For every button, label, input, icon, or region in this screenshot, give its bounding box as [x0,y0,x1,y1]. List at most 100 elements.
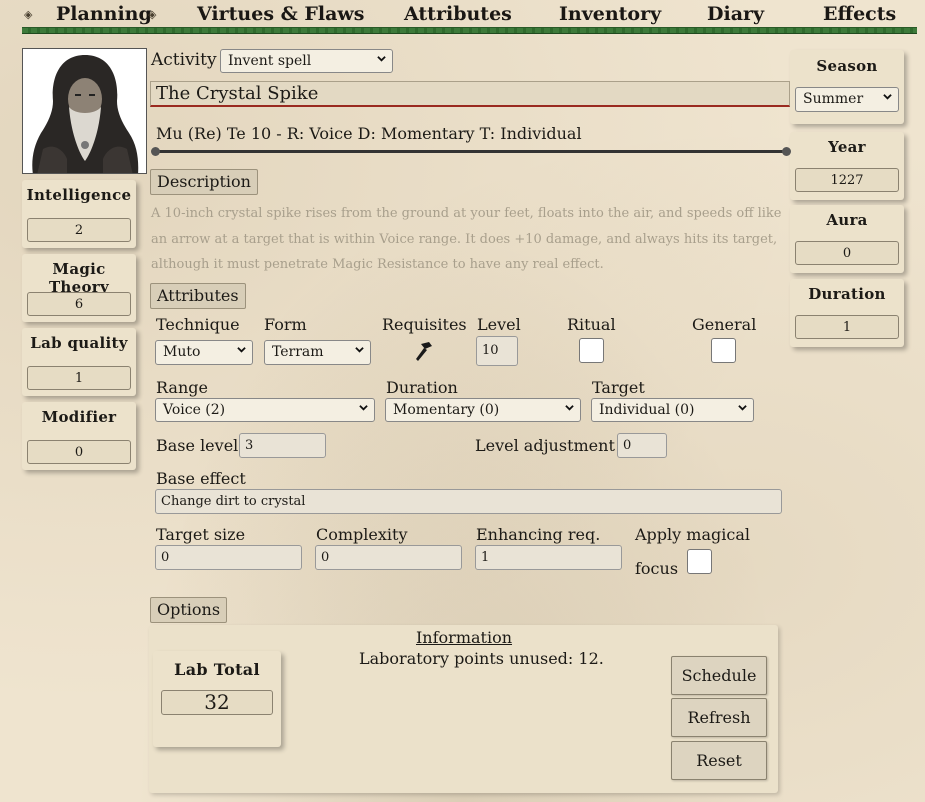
level-adjustment-label: Level adjustment [475,436,615,455]
aura-card: Aura 0 [790,205,904,273]
complexity-field[interactable]: 0 [315,545,462,570]
technique-value: Muto [163,344,201,360]
stat-title: Intelligence [26,186,132,204]
aura-title: Aura [826,211,868,229]
options-button[interactable]: Options [150,597,228,623]
duration-value: 1 [795,315,899,339]
base-level-field[interactable]: 3 [239,433,326,458]
duration-select[interactable]: Momentary (0) [385,398,581,422]
stat-value: 2 [27,218,131,242]
year-title: Year [828,138,866,156]
chevron-down-icon [883,94,892,100]
stat-card-intelligence: Intelligence 2 [22,180,136,248]
general-checkbox[interactable] [711,338,736,363]
nav-arrow-icon: ◈ [24,8,33,21]
level-field[interactable]: 10 [476,336,518,366]
stat-card-modifier: Modifier 0 [22,402,136,470]
nav-inventory[interactable]: Inventory [559,3,661,25]
season-title: Season [816,57,878,75]
general-label: General [692,315,757,334]
hammer-icon[interactable] [413,340,437,362]
information-title: Information [415,628,513,647]
stat-card-magic-theory: Magic Theory 6 [22,254,136,322]
lab-total-value: 32 [161,690,273,715]
nav-diary[interactable]: Diary [707,3,764,25]
form-value: Terram [272,344,324,360]
duration-title: Duration [808,285,886,303]
slider-handle-right[interactable] [782,147,791,156]
technique-select[interactable]: Muto [155,340,253,365]
ritual-label: Ritual [567,315,616,334]
season-card: Season Summer [790,50,904,124]
chevron-down-icon [565,405,574,411]
duration-label: Duration [386,378,458,397]
range-select[interactable]: Voice (2) [155,398,375,422]
nav-virtues-flaws[interactable]: Virtues & Flaws [197,3,364,25]
activity-label: Activity [151,50,217,70]
stat-title: Modifier [41,408,117,426]
chevron-down-icon [355,347,364,353]
slider-handle-left[interactable] [151,147,160,156]
apply-focus-checkbox[interactable] [687,549,712,574]
technique-label: Technique [156,315,240,334]
chevron-down-icon [377,56,386,62]
description-text: A 10-inch crystal spike rises from the g… [151,206,782,272]
nav-arrow-icon: ◈ [148,8,157,21]
attributes-button[interactable]: Attributes [150,283,246,309]
stat-value: 6 [27,292,131,316]
level-label: Level [477,315,521,334]
stat-card-lab-quality: Lab quality 1 [22,328,136,396]
schedule-button[interactable]: Schedule [671,656,767,695]
lab-total-card: Lab Total 32 [153,651,281,747]
chevron-down-icon [359,405,368,411]
form-select[interactable]: Terram [264,340,371,365]
nav-planning[interactable]: Planning [56,3,152,25]
season-value: Summer [803,91,864,107]
aura-value[interactable]: 0 [795,241,899,265]
range-label: Range [156,378,208,397]
form-label: Form [264,315,307,334]
refresh-button[interactable]: Refresh [671,698,767,737]
nav-divider [22,27,917,34]
target-label: Target [592,378,645,397]
top-nav: ◈ Planning ◈ Virtues & Flaws Attributes … [0,0,925,34]
ritual-checkbox[interactable] [579,338,604,363]
year-card: Year 1227 [790,132,904,200]
stat-title: Magic Theory [48,260,110,296]
range-value: Voice (2) [163,402,226,418]
chevron-down-icon [738,405,747,411]
target-value: Individual (0) [599,402,695,418]
season-select[interactable]: Summer [795,87,899,112]
target-size-label: Target size [156,525,246,544]
chevron-down-icon [237,347,246,353]
base-effect-field[interactable]: Change dirt to crystal [155,489,782,514]
year-value[interactable]: 1227 [795,168,899,192]
duration-select-value: Momentary (0) [393,402,500,418]
stat-title: Lab quality [30,334,128,352]
complexity-label: Complexity [316,525,408,544]
target-select[interactable]: Individual (0) [591,398,754,422]
description-button[interactable]: Description [150,169,258,195]
requisites-label: Requisites [382,315,467,334]
target-size-field[interactable]: 0 [155,545,302,570]
nav-effects[interactable]: Effects [823,3,896,25]
lab-total-title: Lab Total [174,660,260,679]
level-adjustment-field[interactable]: 0 [617,433,667,458]
duration-card: Duration 1 [790,279,904,347]
spell-name-input[interactable]: The Crystal Spike [150,81,790,107]
activity-value: Invent spell [228,53,312,69]
enhancing-req-field[interactable]: 1 [475,545,622,570]
nav-attributes[interactable]: Attributes [404,3,512,25]
stat-value: 1 [27,366,131,390]
stat-value: 0 [27,440,131,464]
base-effect-label: Base effect [156,469,246,488]
character-portrait [22,48,147,174]
apply-focus-label: Apply magical [635,525,750,544]
information-text: Laboratory points unused: 12. [359,649,604,668]
reset-button[interactable]: Reset [671,741,767,780]
spell-summary: Mu (Re) Te 10 - R: Voice D: Momentary T:… [156,124,582,143]
spell-slider-track[interactable] [155,150,788,153]
base-level-label: Base level [156,436,239,455]
activity-select[interactable]: Invent spell [220,49,393,73]
apply-focus-label-2: focus [635,559,679,578]
